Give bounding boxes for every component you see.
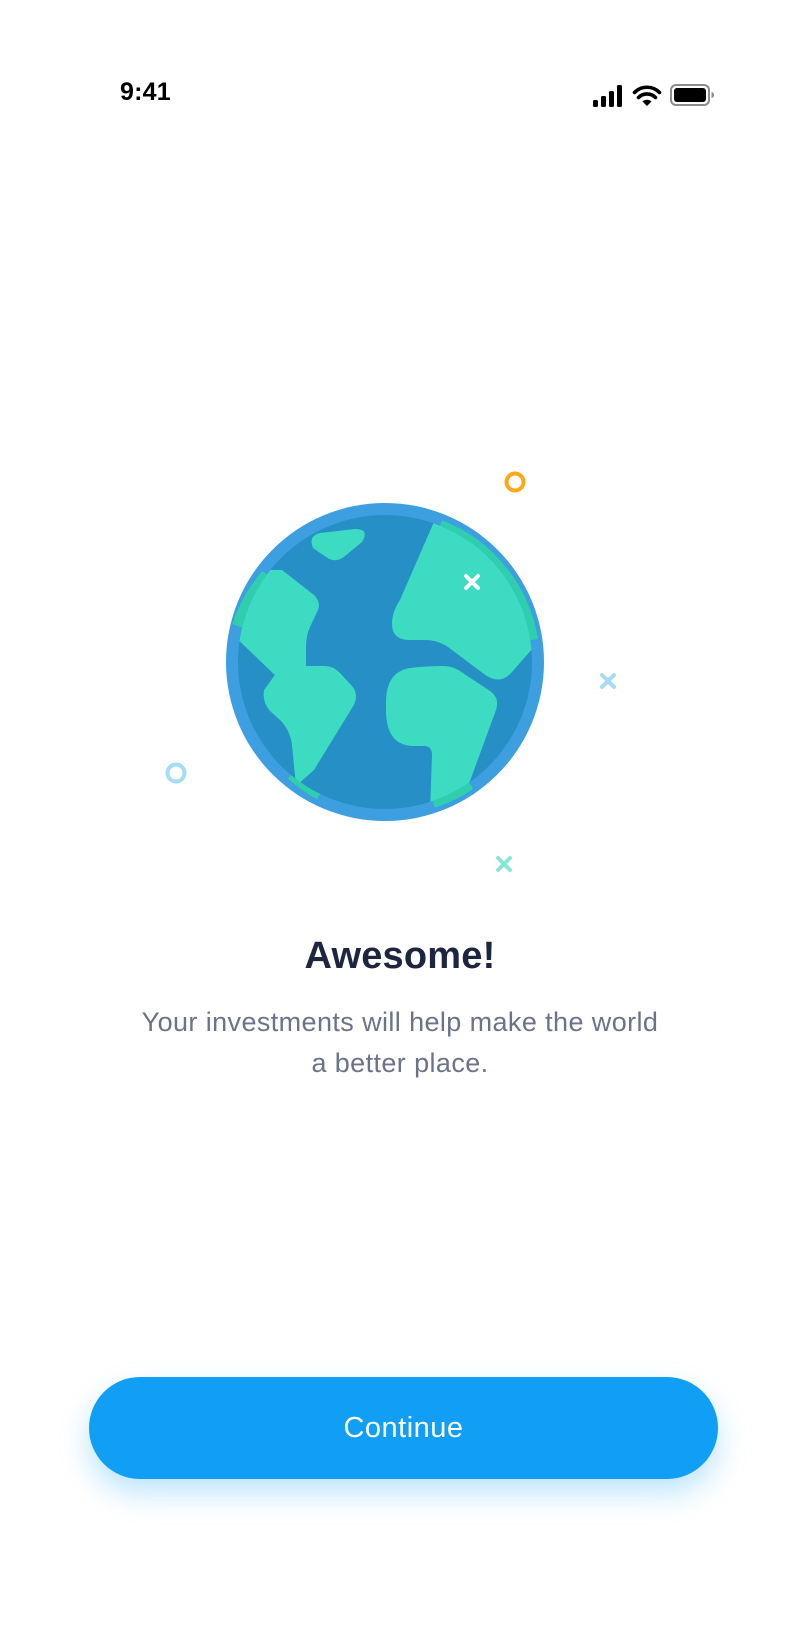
orange-ring-icon xyxy=(504,471,526,493)
blue-ring-icon xyxy=(165,762,187,784)
wifi-icon xyxy=(632,85,662,106)
status-time: 9:41 xyxy=(120,78,171,106)
continue-button[interactable]: Continue xyxy=(89,1377,718,1479)
globe-illustration xyxy=(165,471,616,872)
teal-cross-icon xyxy=(496,856,512,872)
status-icons xyxy=(592,82,718,110)
cellular-signal-icon xyxy=(593,85,622,107)
light-blue-cross-icon xyxy=(600,673,616,689)
page-title: Awesome! xyxy=(304,935,496,977)
globe-icon xyxy=(226,503,544,821)
page-subtitle: Your investments will help make the worl… xyxy=(141,1007,659,1078)
battery-icon xyxy=(670,84,714,106)
continue-button-label: Continue xyxy=(343,1411,464,1444)
